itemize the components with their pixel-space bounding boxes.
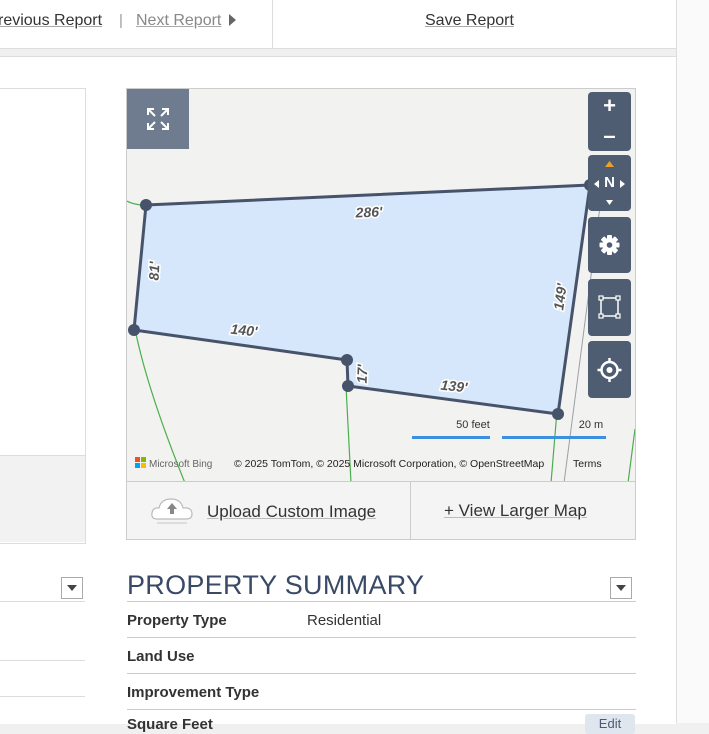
toolbar-divider — [272, 0, 273, 48]
map-terms-link: Terms — [573, 458, 602, 470]
expand-icon — [147, 108, 169, 130]
nav-separator: | — [119, 12, 123, 29]
select-area-icon — [598, 295, 621, 319]
property-summary-dropdown-button[interactable] — [610, 577, 632, 599]
map-footer-divider — [410, 482, 411, 540]
parcel-vertex — [128, 324, 140, 336]
parcel-vertex — [552, 408, 564, 420]
scale-label-feet: 50 feet — [456, 419, 490, 431]
section-divider — [127, 601, 636, 602]
upload-cloud-icon[interactable] — [150, 493, 194, 527]
previous-report-link[interactable]: revious Report — [0, 12, 102, 30]
zoom-control: + – — [588, 92, 631, 151]
property-type-label: Property Type — [127, 612, 227, 629]
property-summary-title: PROPERTY SUMMARY — [127, 570, 425, 600]
expand-map-button[interactable] — [127, 89, 189, 149]
land-use-label: Land Use — [127, 648, 195, 665]
parcel-vertex — [341, 354, 353, 366]
dimension-label: 81' — [146, 261, 163, 281]
dimension-label: 286' — [354, 204, 383, 221]
map-provider-label: Microsoft Bing — [149, 459, 212, 470]
map-settings-button[interactable] — [588, 217, 631, 273]
parcel-map-canvas: 286' 81' 140' 17' 139' 149' 50 feet 20 m… — [127, 179, 635, 481]
next-report-link[interactable]: Next Report — [136, 12, 221, 30]
upload-custom-image-link[interactable]: Upload Custom Image — [207, 502, 376, 522]
locate-icon — [597, 358, 622, 382]
property-type-value: Residential — [307, 612, 382, 629]
scale-label-meters: 20 m — [579, 419, 603, 431]
road-line — [550, 410, 558, 481]
next-arrow-icon[interactable] — [229, 14, 236, 26]
zoom-in-button[interactable]: + — [588, 92, 631, 121]
left-row-divider — [0, 696, 85, 697]
left-section-divider — [0, 601, 85, 602]
zoom-out-button[interactable]: – — [588, 122, 631, 151]
dimension-label: 139' — [440, 377, 469, 396]
scale-bar-feet — [412, 436, 490, 439]
compass-north-label: N — [604, 174, 615, 191]
parcel-map[interactable]: 286' 81' 140' 17' 139' 149' 50 feet 20 m… — [126, 88, 636, 482]
parcel-vertex — [342, 380, 354, 392]
left-section-dropdown-button[interactable] — [61, 577, 83, 599]
view-larger-map-link[interactable]: + View Larger Map — [444, 501, 587, 521]
left-panel-footer — [0, 455, 85, 542]
locate-button[interactable] — [588, 341, 631, 398]
compass-button[interactable]: N — [588, 155, 631, 211]
left-row-divider — [0, 660, 85, 661]
dimension-label: 140' — [230, 321, 259, 340]
edit-button[interactable]: Edit — [585, 714, 635, 734]
parcel-vertex — [140, 199, 152, 211]
microsoft-logo-icon — [135, 457, 140, 462]
scrollbar-track[interactable] — [676, 0, 709, 723]
scale-bar-meters — [502, 436, 606, 439]
save-report-link[interactable]: Save Report — [425, 12, 514, 30]
draw-area-button[interactable] — [588, 279, 631, 336]
map-attribution: © 2025 TomTom, © 2025 Microsoft Corporat… — [234, 458, 544, 470]
square-feet-label: Square Feet — [127, 716, 213, 733]
row-divider — [127, 637, 636, 638]
gear-icon — [599, 235, 620, 255]
row-divider — [127, 709, 636, 710]
row-divider — [127, 673, 636, 674]
improvement-type-label: Improvement Type — [127, 684, 260, 701]
road-line — [627, 428, 635, 481]
dimension-label: 17' — [354, 364, 371, 384]
